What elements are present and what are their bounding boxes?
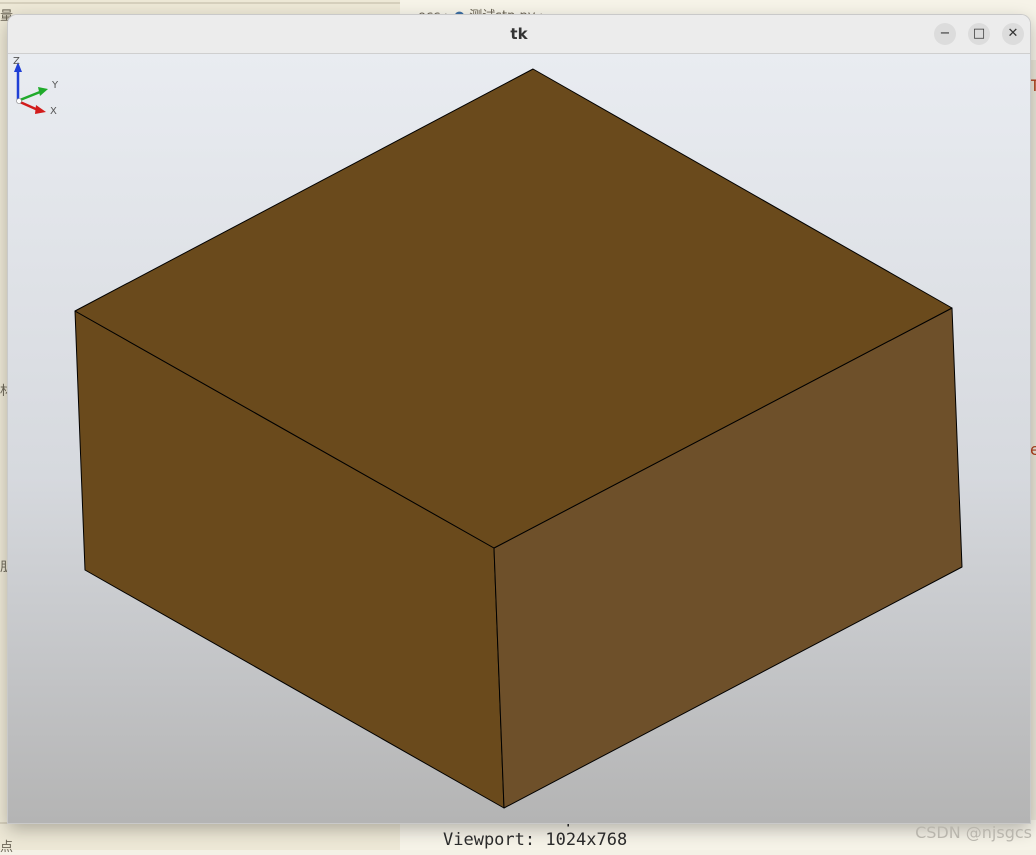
watermark: CSDN @njsgcs [915,823,1032,842]
z-axis-label: Z [13,56,20,67]
editor-code-fragment: T [1030,76,1036,95]
tk-window: tk − □ ✕ Z Y X [8,15,1030,823]
x-axis-label: X [50,106,57,114]
console-line: Viewport: 1024x768 [443,830,628,850]
3d-model-canvas [74,68,963,809]
side-panel-fragment: 点 [0,840,14,855]
3d-viewport[interactable]: Z Y X [8,54,1030,823]
maximize-button[interactable]: □ [968,23,990,45]
editor-code-fragment: e [1030,440,1036,459]
minimize-button[interactable]: − [934,23,956,45]
window-title: tk [510,25,528,43]
y-axis-arrowhead [38,87,48,96]
x-axis-arrow [19,100,39,112]
axis-origin [16,98,22,104]
panel-divider [0,2,400,4]
axis-triad: Z Y X [13,56,59,114]
close-button[interactable]: ✕ [1002,23,1024,45]
window-titlebar[interactable]: tk − □ ✕ [8,15,1030,54]
x-axis-arrowhead [35,105,46,114]
y-axis-arrow [19,90,41,102]
y-axis-label: Y [51,80,59,91]
